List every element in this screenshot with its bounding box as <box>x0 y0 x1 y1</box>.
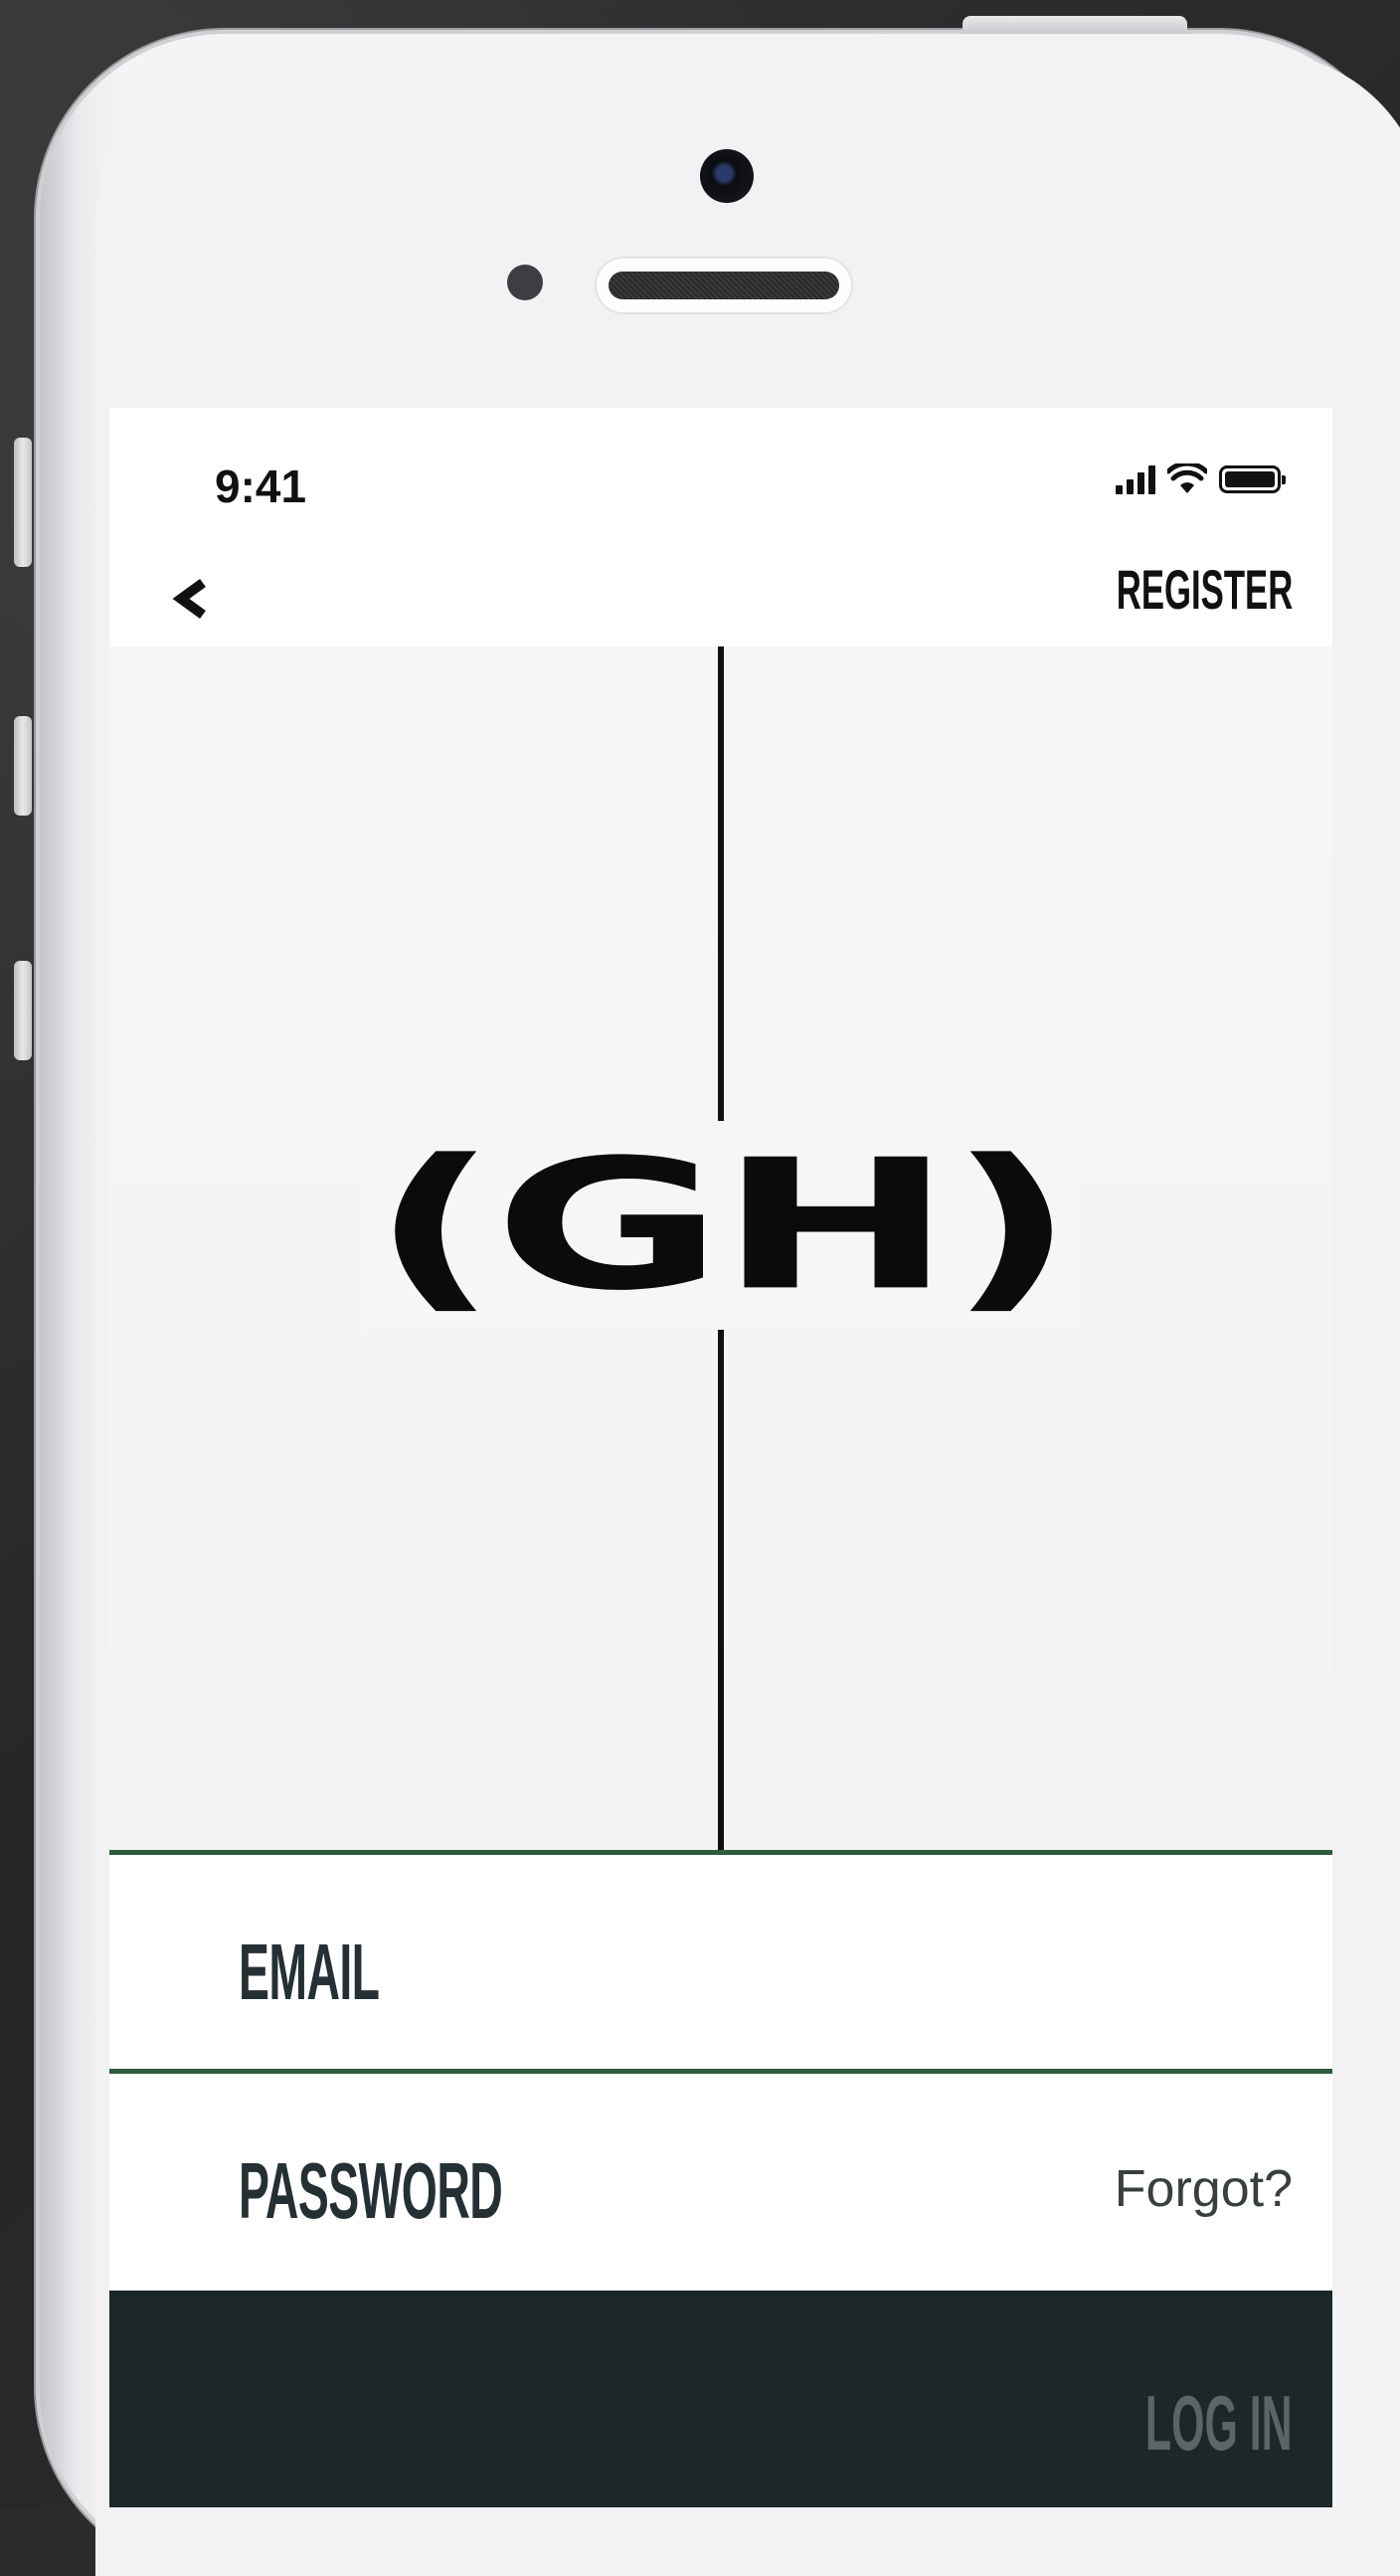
logo-container: (GH) <box>109 1121 1332 1330</box>
volume-up-button <box>14 716 32 816</box>
status-bar: 9:41 <box>109 408 1332 517</box>
email-field[interactable]: EMAIL <box>109 1850 1332 2069</box>
volume-down-button <box>14 961 32 1060</box>
mute-switch <box>14 438 32 567</box>
brand-logo: (GH) <box>363 1121 1079 1330</box>
hero-logo-area: (GH) <box>109 646 1332 1852</box>
status-time: 9:41 <box>215 460 307 512</box>
login-button-label: LOG IN <box>1145 2379 1293 2467</box>
nav-bar: REGISTER <box>109 517 1332 656</box>
email-label: EMAIL <box>239 1928 380 2016</box>
status-icons <box>1116 463 1286 495</box>
battery-icon <box>1219 465 1286 493</box>
password-label: PASSWORD <box>239 2146 503 2235</box>
forgot-password-link[interactable]: Forgot? <box>1115 2159 1293 2219</box>
wifi-icon <box>1167 463 1207 493</box>
signal-icon <box>1116 464 1155 494</box>
earpiece-speaker <box>597 259 851 312</box>
register-link[interactable]: REGISTER <box>1117 557 1293 622</box>
chevron-left-icon[interactable] <box>163 569 223 629</box>
login-button[interactable]: LOG IN <box>109 2291 1332 2507</box>
proximity-sensor <box>507 265 543 300</box>
front-camera <box>700 149 754 203</box>
power-button <box>962 16 1187 34</box>
phone-screen: 9:41 REGISTER (GH) EMAIL PASSWORD Forgot… <box>109 408 1332 2507</box>
password-field[interactable]: PASSWORD Forgot? <box>109 2069 1332 2288</box>
